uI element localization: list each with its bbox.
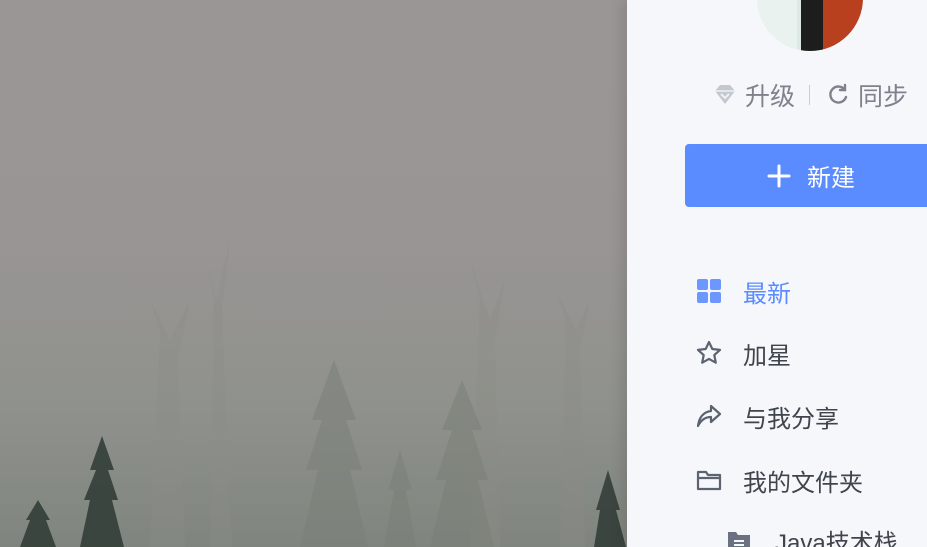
app-window: 升级 同步 新建 最新 加星 与我分享 我的文件夹 Java技术栈	[0, 0, 927, 547]
nav-item-latest[interactable]: 最新	[695, 271, 791, 311]
nav-item-starred[interactable]: 加星	[695, 333, 791, 373]
star-icon	[695, 339, 723, 367]
share-arrow-icon	[695, 402, 723, 430]
nav-label-starred: 加星	[743, 342, 791, 370]
diamond-icon	[711, 81, 739, 109]
avatar-figure	[801, 0, 823, 51]
plus-icon	[767, 164, 791, 188]
sync-link[interactable]: 同步	[824, 77, 908, 113]
nav-label-subfolder: Java技术栈	[775, 529, 898, 547]
sync-label: 同步	[858, 83, 909, 111]
nav-item-my-folders[interactable]: 我的文件夹	[695, 460, 863, 500]
refresh-icon	[824, 81, 852, 109]
upgrade-link[interactable]: 升级	[711, 77, 795, 113]
folder-icon	[695, 466, 723, 494]
background-wallpaper	[0, 0, 640, 547]
sidebar-panel: 升级 同步 新建 最新 加星 与我分享 我的文件夹 Java技术栈	[627, 0, 927, 547]
avatar-bg-light	[757, 0, 797, 51]
foggy-forest-image	[20, 240, 626, 547]
avatar-bg-red	[821, 0, 863, 51]
grid-icon	[695, 277, 723, 305]
account-actions: 升级 同步	[711, 78, 908, 112]
nav-label-shared: 与我分享	[743, 405, 839, 433]
nav-label-my-folders: 我的文件夹	[743, 469, 863, 497]
new-button-label: 新建	[807, 165, 855, 192]
upgrade-label: 升级	[745, 83, 796, 111]
nav-item-shared[interactable]: 与我分享	[695, 396, 839, 436]
new-button[interactable]: 新建	[685, 144, 927, 207]
nav-label-latest: 最新	[743, 280, 791, 308]
action-divider	[809, 85, 811, 105]
document-folder-icon	[725, 526, 753, 547]
nav-item-subfolder[interactable]: Java技术栈	[725, 520, 898, 547]
avatar[interactable]	[757, 0, 863, 51]
